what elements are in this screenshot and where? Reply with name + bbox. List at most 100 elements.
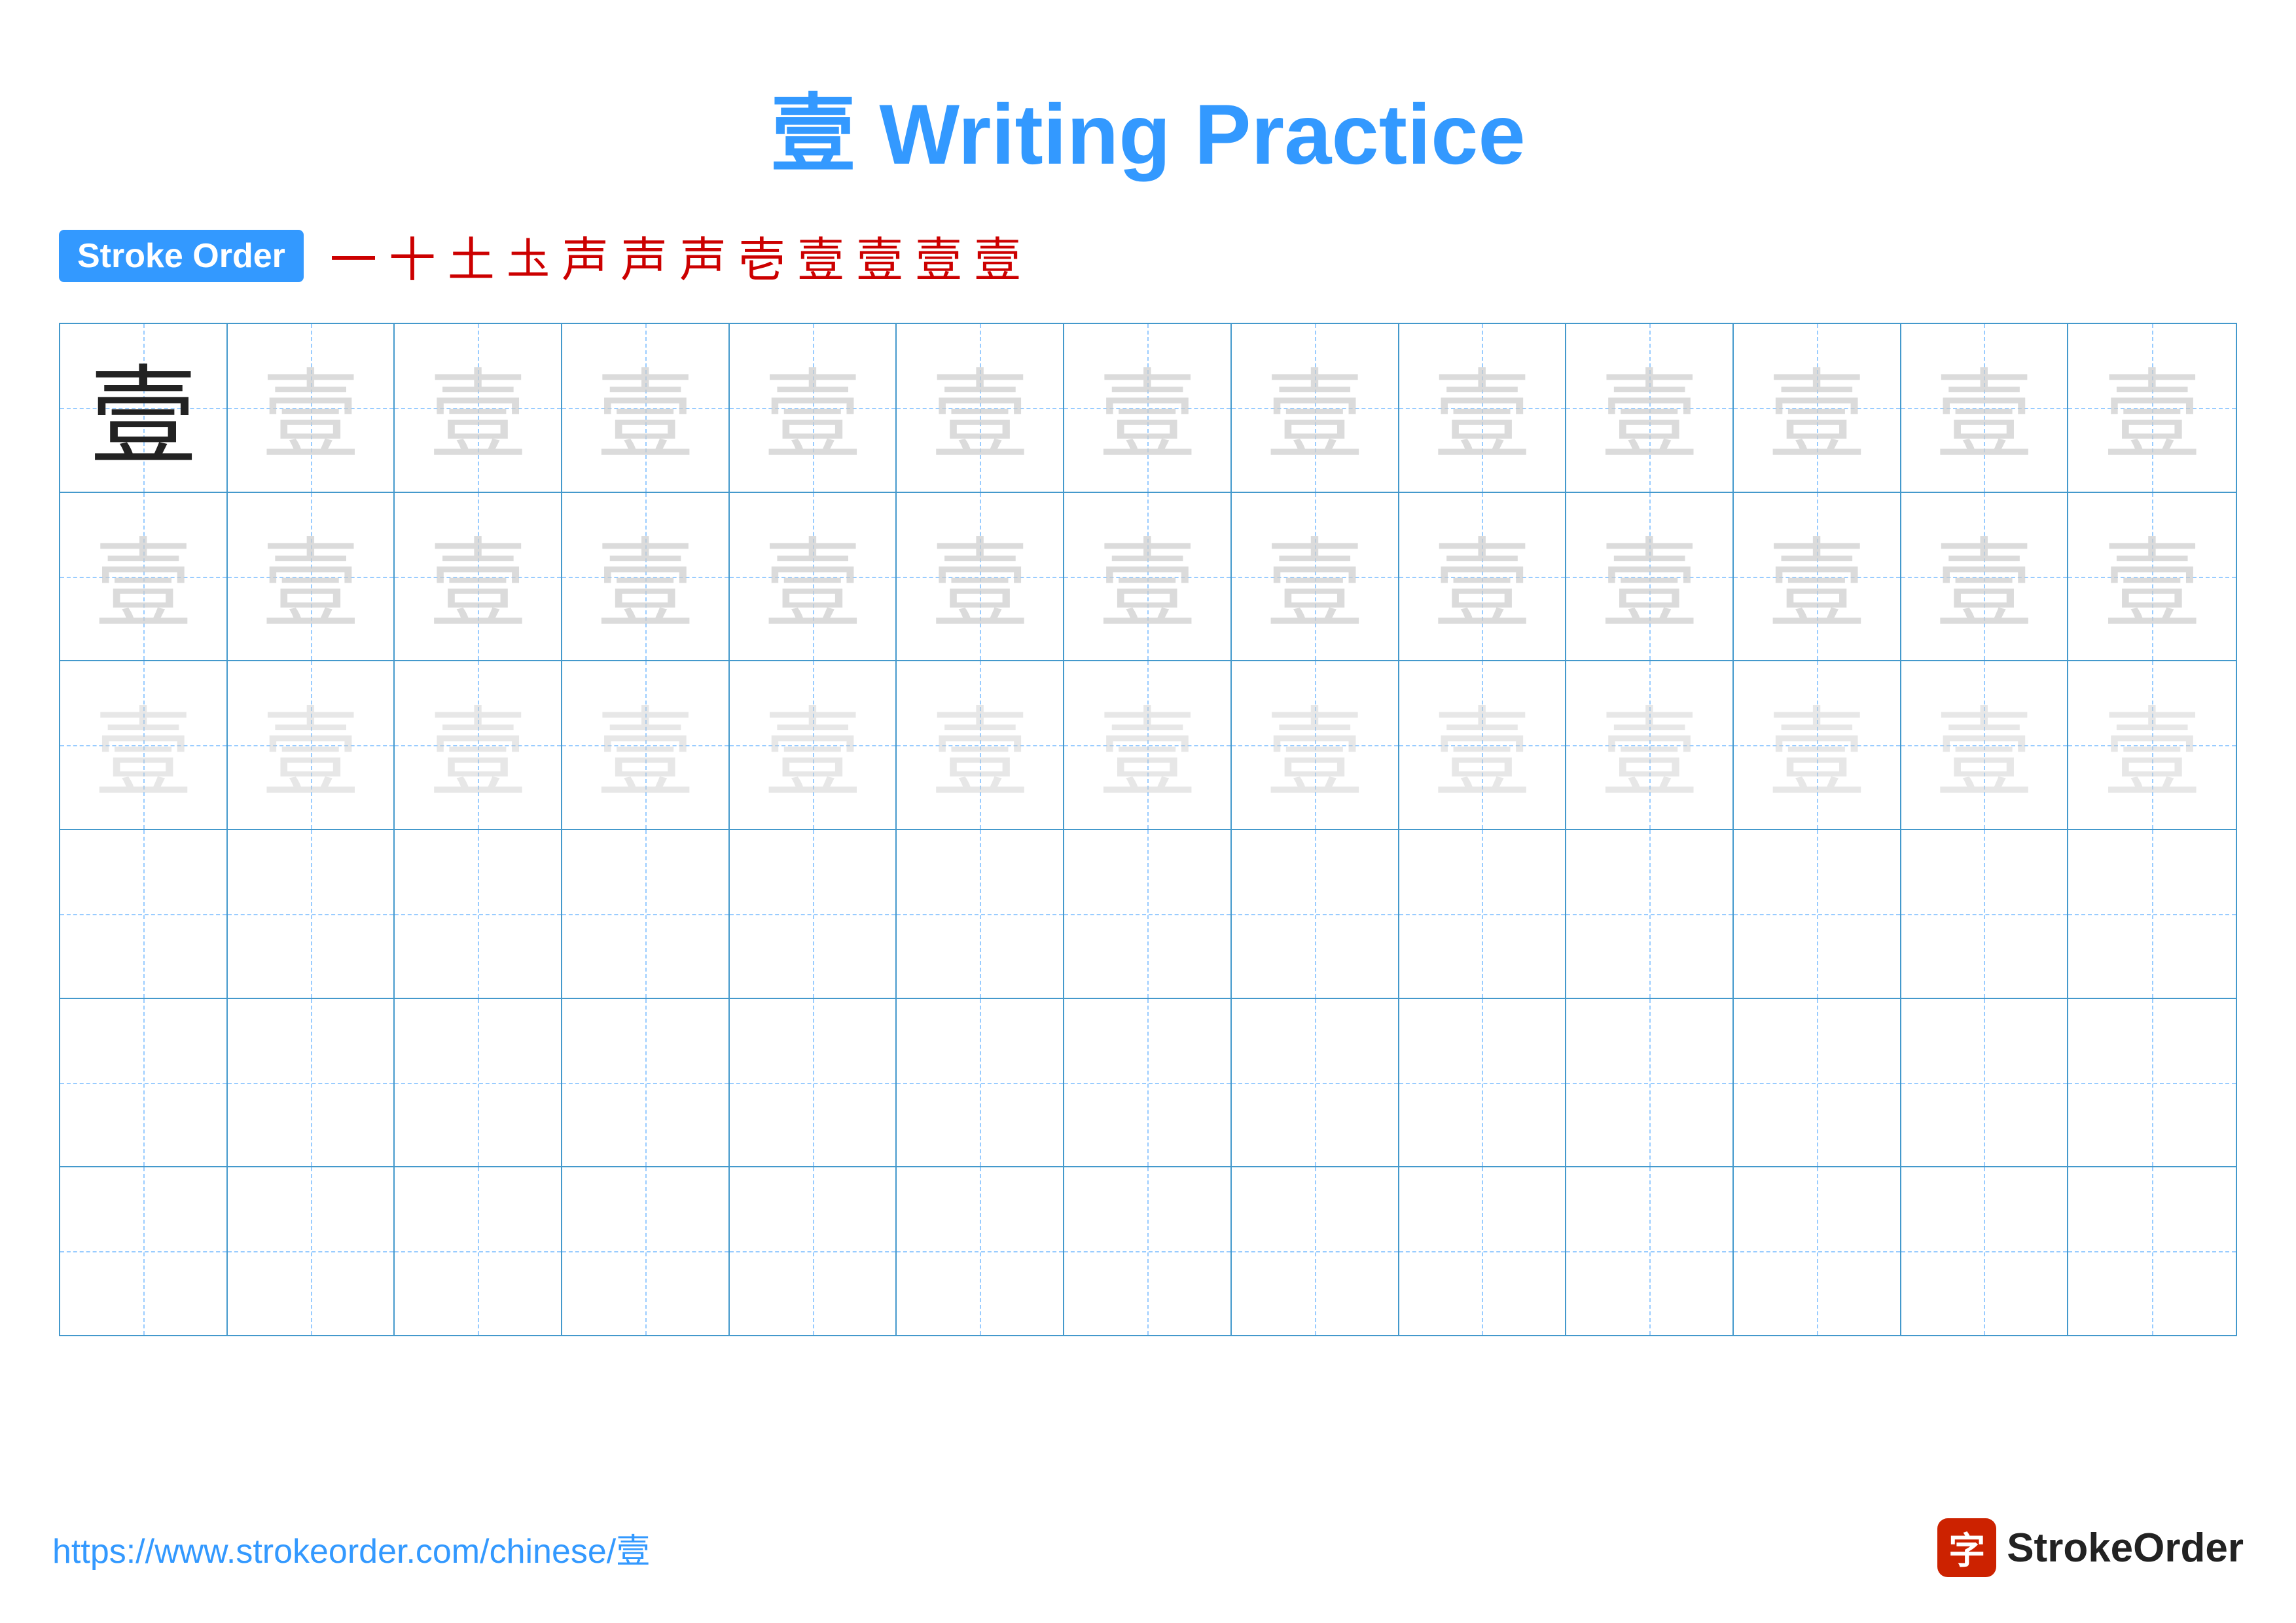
char-lighter: 壹 [764,674,862,816]
grid-cell-2-8: 壹 [1232,493,1399,661]
grid-cell-5-13[interactable] [2068,999,2236,1167]
grid-cell-5-5[interactable] [730,999,897,1167]
stroke-step-11: 壹 [915,221,962,290]
grid-cell-5-10[interactable] [1566,999,1734,1167]
stroke-step-8: 壱 [738,221,785,290]
grid-cell-5-4[interactable] [562,999,730,1167]
stroke-order-badge: Stroke Order [59,230,304,282]
grid-cell-2-10: 壹 [1566,493,1734,661]
char-light: 壹 [1266,337,1364,479]
grid-cell-4-12[interactable] [1901,830,2069,998]
grid-cell-5-9[interactable] [1399,999,1567,1167]
grid-cell-6-10[interactable] [1566,1167,1734,1335]
title-text: Writing Practice [855,86,1525,182]
grid-cell-6-4[interactable] [562,1167,730,1335]
grid-row-4 [60,830,2236,999]
logo-char: 字 [1948,1522,1985,1575]
grid-cell-2-2: 壹 [228,493,395,661]
stroke-sequence: 一 十 土 圡 声 声 声 壱 壹 壹 壹 壹 [330,221,1021,290]
footer-url[interactable]: https://www.strokeorder.com/chinese/壹 [52,1523,650,1573]
grid-cell-3-9: 壹 [1399,661,1567,829]
grid-cell-1-13: 壹 [2068,324,2236,492]
char-light: 壹 [262,505,360,647]
footer-logo-text: StrokeOrder [2007,1525,2244,1571]
grid-cell-2-6: 壹 [897,493,1064,661]
stroke-step-9: 壹 [797,221,844,290]
grid-cell-4-9[interactable] [1399,830,1567,998]
grid-cell-6-13[interactable] [2068,1167,2236,1335]
grid-cell-5-3[interactable] [395,999,562,1167]
grid-cell-1-10: 壹 [1566,324,1734,492]
grid-cell-4-10[interactable] [1566,830,1734,998]
grid-cell-2-3: 壹 [395,493,562,661]
grid-cell-5-11[interactable] [1734,999,1901,1167]
grid-cell-2-7: 壹 [1064,493,1232,661]
footer-logo: 字 StrokeOrder [1937,1518,2244,1577]
grid-cell-1-3: 壹 [395,324,562,492]
grid-cell-3-8: 壹 [1232,661,1399,829]
stroke-step-12: 壹 [974,221,1021,290]
grid-cell-6-8[interactable] [1232,1167,1399,1335]
char-lighter: 壹 [931,674,1029,816]
char-lighter: 壹 [94,674,192,816]
char-lighter: 壹 [429,674,527,816]
grid-row-6 [60,1167,2236,1335]
grid-cell-2-5: 壹 [730,493,897,661]
grid-cell-3-13: 壹 [2068,661,2236,829]
grid-cell-4-4[interactable] [562,830,730,998]
stroke-step-4: 圡 [507,225,550,287]
grid-cell-3-3: 壹 [395,661,562,829]
grid-row-5 [60,999,2236,1168]
stroke-step-10: 壹 [856,221,903,290]
grid-cell-6-9[interactable] [1399,1167,1567,1335]
grid-cell-3-5: 壹 [730,661,897,829]
stroke-step-7: 声 [679,221,726,290]
grid-cell-3-2: 壹 [228,661,395,829]
grid-row-2: 壹 壹 壹 壹 壹 壹 壹 壹 壹 壹 壹 壹 壹 [60,493,2236,662]
grid-cell-5-8[interactable] [1232,999,1399,1167]
grid-cell-4-3[interactable] [395,830,562,998]
grid-cell-2-12: 壹 [1901,493,2069,661]
char-light: 壹 [931,505,1029,647]
grid-cell-4-11[interactable] [1734,830,1901,998]
grid-cell-5-7[interactable] [1064,999,1232,1167]
grid-cell-2-11: 壹 [1734,493,1901,661]
char-lighter: 壹 [596,674,694,816]
grid-cell-6-6[interactable] [897,1167,1064,1335]
char-light: 壹 [764,505,862,647]
char-light: 壹 [1935,337,2033,479]
grid-cell-5-2[interactable] [228,999,395,1167]
grid-cell-4-6[interactable] [897,830,1064,998]
grid-cell-4-1[interactable] [60,830,228,998]
grid-cell-6-2[interactable] [228,1167,395,1335]
grid-cell-4-8[interactable] [1232,830,1399,998]
grid-cell-6-1[interactable] [60,1167,228,1335]
char-light: 壹 [1768,337,1866,479]
grid-cell-5-1[interactable] [60,999,228,1167]
grid-cell-5-12[interactable] [1901,999,2069,1167]
char-light: 壹 [2103,337,2201,479]
grid-cell-6-5[interactable] [730,1167,897,1335]
char-lighter: 壹 [1098,674,1196,816]
char-lighter: 壹 [1266,674,1364,816]
char-light: 壹 [764,337,862,479]
grid-cell-4-5[interactable] [730,830,897,998]
char-light: 壹 [1266,505,1364,647]
grid-cell-3-4: 壹 [562,661,730,829]
char-light: 壹 [429,337,527,479]
grid-cell-1-6: 壹 [897,324,1064,492]
stroke-step-3: 土 [448,221,495,290]
stroke-order-row: Stroke Order 一 十 土 圡 声 声 声 壱 壹 壹 壹 壹 [52,221,2244,290]
char-light: 壹 [1768,505,1866,647]
grid-cell-6-11[interactable] [1734,1167,1901,1335]
grid-cell-3-12: 壹 [1901,661,2069,829]
grid-cell-4-7[interactable] [1064,830,1232,998]
grid-cell-6-12[interactable] [1901,1167,2069,1335]
grid-cell-4-13[interactable] [2068,830,2236,998]
grid-cell-6-7[interactable] [1064,1167,1232,1335]
char-light: 壹 [1433,337,1531,479]
grid-cell-5-6[interactable] [897,999,1064,1167]
grid-cell-4-2[interactable] [228,830,395,998]
grid-cell-3-11: 壹 [1734,661,1901,829]
grid-cell-6-3[interactable] [395,1167,562,1335]
